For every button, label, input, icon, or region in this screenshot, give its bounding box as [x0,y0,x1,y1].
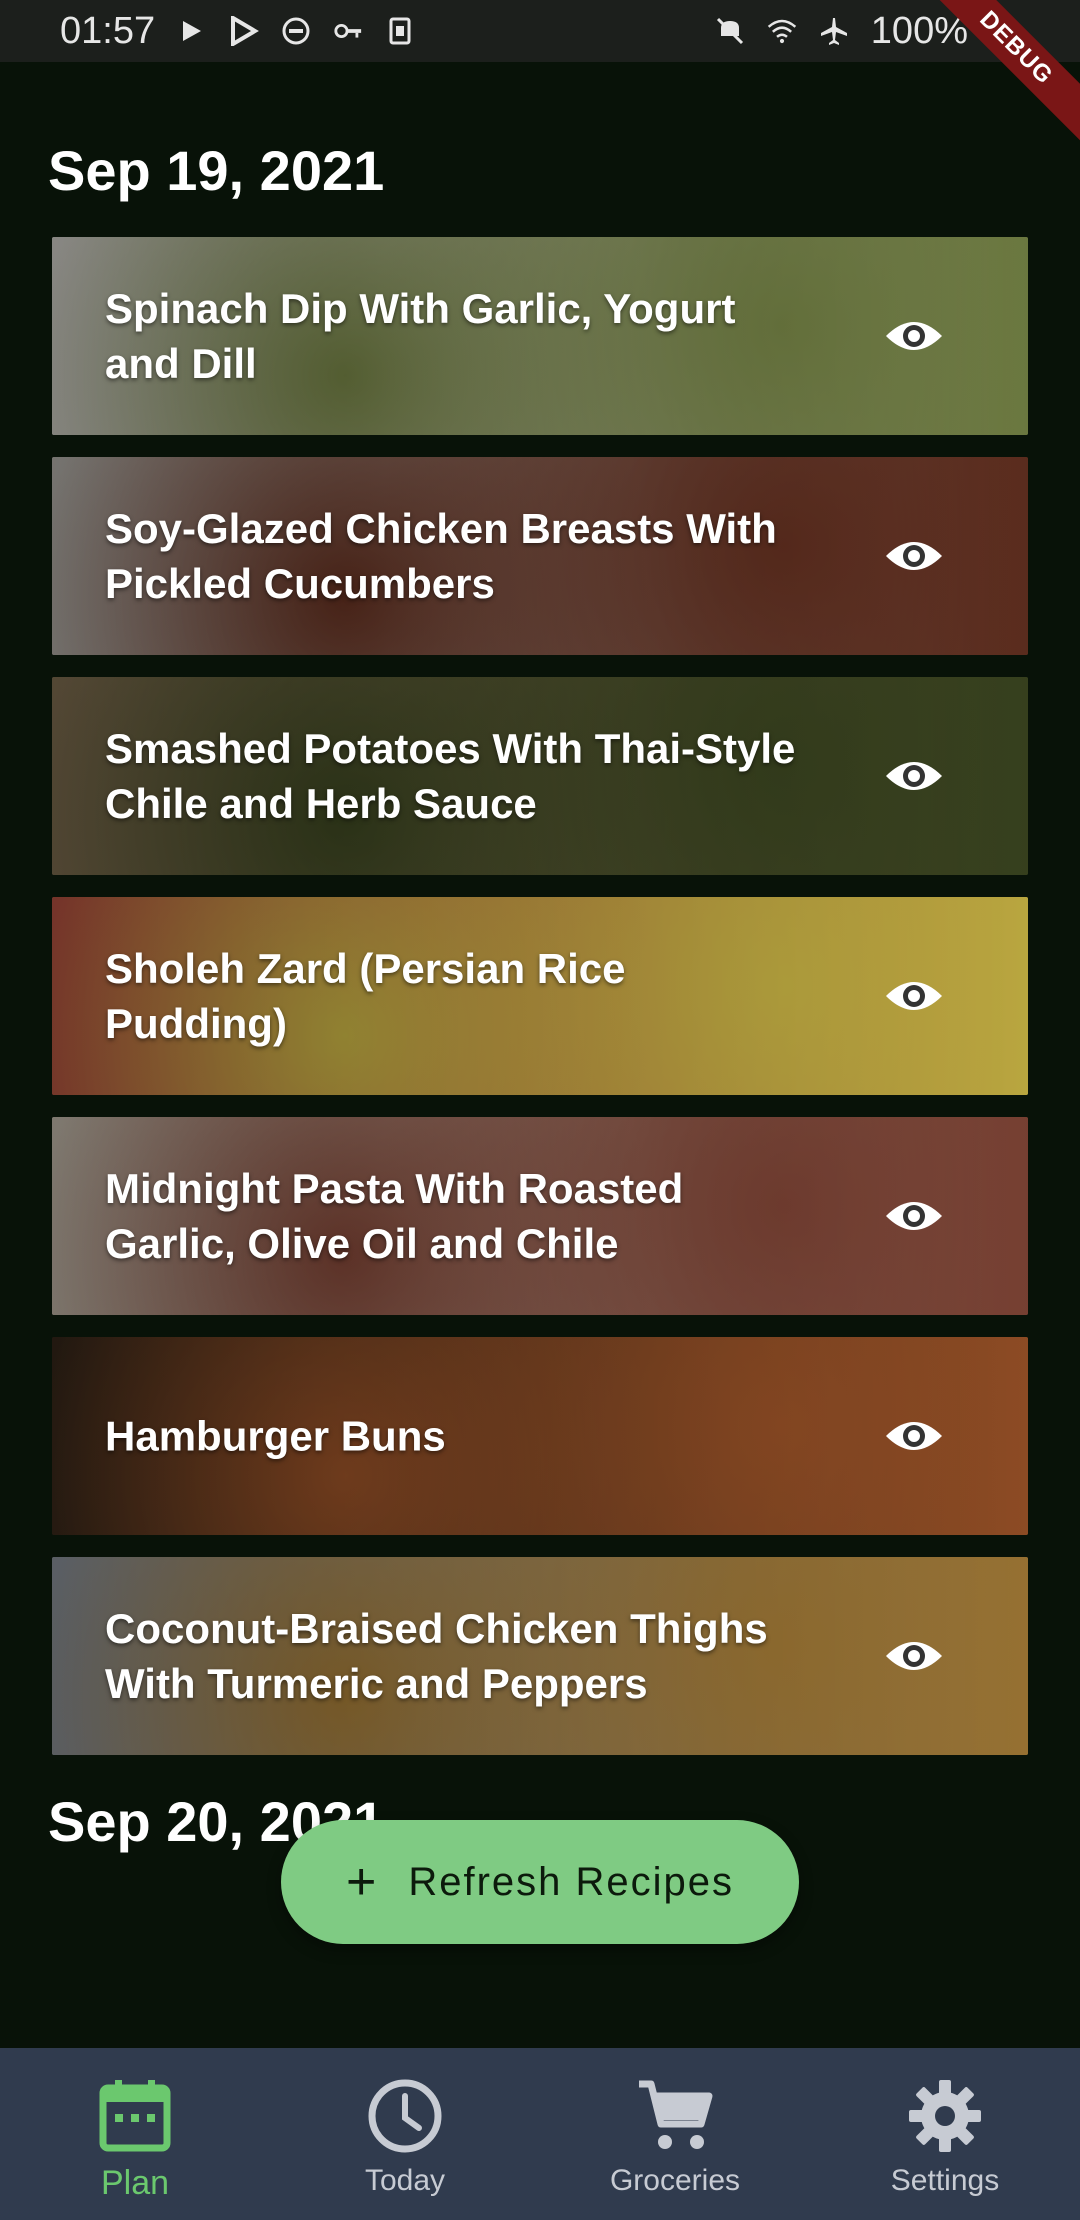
recipe-card[interactable]: Smashed Potatoes With Thai-Style Chile a… [52,677,1028,875]
airplane-mode-icon [819,16,849,46]
play-icon [177,16,207,46]
recipe-title: Coconut-Braised Chicken Thighs With Turm… [105,1605,768,1707]
eye-icon[interactable] [884,1636,944,1676]
recipe-title: Sholeh Zard (Persian Rice Pudding) [105,945,626,1047]
eye-icon[interactable] [884,1196,944,1236]
gear-icon [909,2080,981,2152]
eye-icon[interactable] [884,316,944,356]
eye-icon[interactable] [884,536,944,576]
recipe-title: Soy-Glazed Chicken Breasts With Pickled … [105,505,777,607]
eye-icon[interactable] [884,976,944,1016]
wifi-icon [767,16,797,46]
nav-item-plan[interactable]: Plan [0,2048,270,2220]
bottom-navigation: Plan Today Groceries Settings [0,2048,1080,2220]
calendar-icon [99,2080,171,2152]
plus-icon: + [345,1853,379,1911]
do-not-disturb-icon [281,16,311,46]
status-time: 01:57 [60,9,156,52]
refresh-recipes-button[interactable]: + Refresh Recipes [281,1820,799,1944]
eye-icon[interactable] [884,756,944,796]
recipe-card[interactable]: Sholeh Zard (Persian Rice Pudding) [52,897,1028,1095]
nav-label: Today [364,2164,446,2197]
recipe-title: Smashed Potatoes With Thai-Style Chile a… [105,725,796,827]
eye-icon[interactable] [884,1416,944,1456]
nav-item-settings[interactable]: Settings [810,2048,1080,2220]
recipe-title: Midnight Pasta With Roasted Garlic, Oliv… [105,1165,684,1267]
nav-label: Plan [100,2164,170,2202]
clock-icon [368,2079,442,2153]
play-store-icon [229,16,260,46]
status-left: 01:57 [60,10,415,53]
nav-label: Groceries [609,2164,741,2197]
battery-percent: 100% [870,9,968,52]
mute-icon [715,16,745,46]
vpn-key-icon [333,16,363,46]
sim-card-icon [385,16,415,46]
nav-item-groceries[interactable]: Groceries [540,2048,810,2220]
recipe-card[interactable]: Midnight Pasta With Roasted Garlic, Oliv… [52,1117,1028,1315]
recipe-card[interactable]: Hamburger Buns [52,1337,1028,1535]
date-header: Sep 19, 2021 [48,139,385,202]
refresh-recipes-label: Refresh Recipes [408,1859,735,1904]
nav-label: Settings [890,2164,1000,2197]
recipe-title: Hamburger Buns [105,1412,446,1460]
cart-icon [639,2080,713,2149]
status-bar: 01:57 100% DEBUG [0,0,1080,147]
plan-content[interactable]: Sep 19, 2021 Spinach Dip With Garlic, Yo… [0,62,1080,2048]
recipe-card[interactable]: Spinach Dip With Garlic, Yogurt and Dill [52,237,1028,435]
recipe-card[interactable]: Soy-Glazed Chicken Breasts With Pickled … [52,457,1028,655]
recipe-card[interactable]: Coconut-Braised Chicken Thighs With Turm… [52,1557,1028,1755]
nav-item-today[interactable]: Today [270,2048,540,2220]
recipe-title: Spinach Dip With Garlic, Yogurt and Dill [105,285,736,387]
